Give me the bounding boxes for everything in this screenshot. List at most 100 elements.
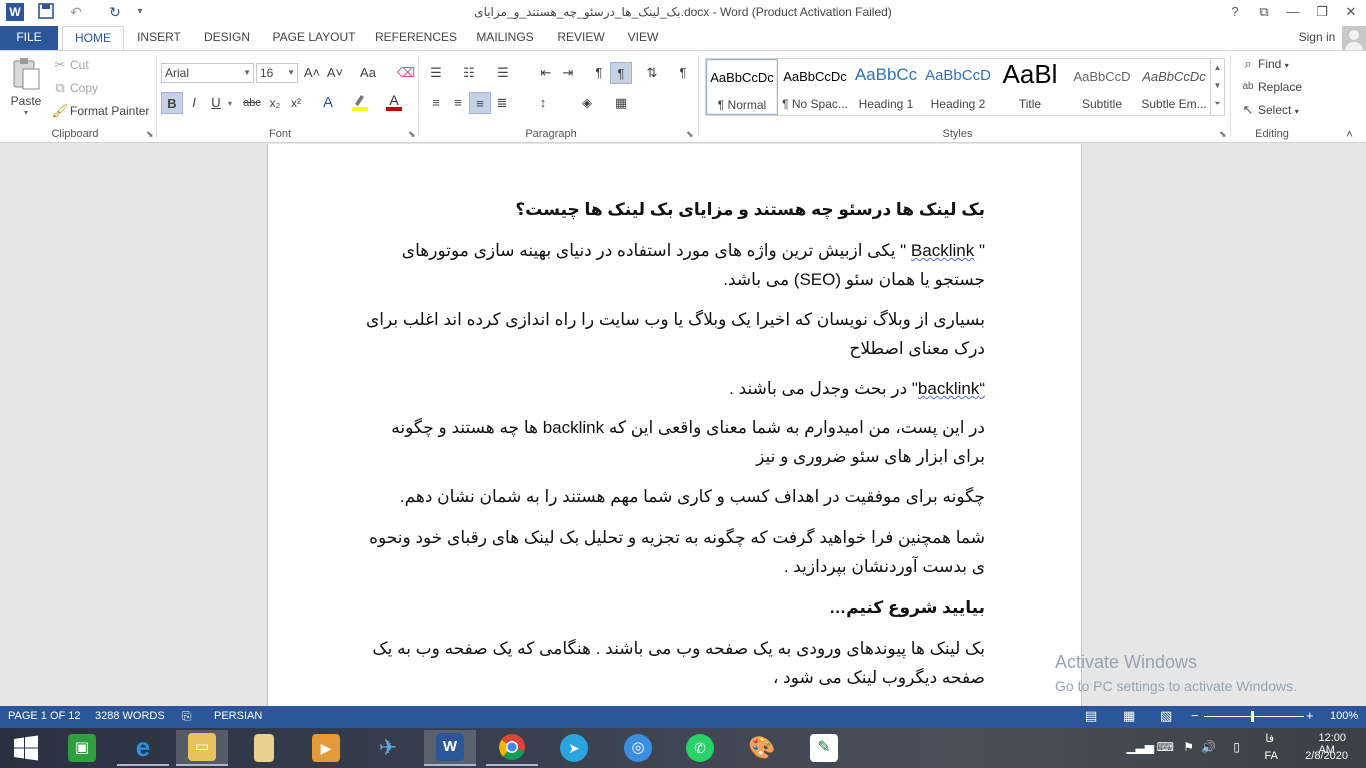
show-formatting-marks-icon[interactable]: ¶: [672, 62, 694, 84]
help-button[interactable]: ?: [1221, 0, 1249, 24]
decrease-indent-icon[interactable]: ⇤: [535, 62, 557, 84]
network-app[interactable]: ◎: [612, 730, 664, 766]
document-page[interactable]: بک لینک ها درسئو چه هستند و مزایای بک لی…: [267, 144, 1082, 706]
zoom-level[interactable]: 100%: [1330, 710, 1358, 722]
style-title[interactable]: AaBl Title: [994, 59, 1066, 115]
store-app[interactable]: ▣: [56, 730, 108, 766]
text-effects-icon[interactable]: A: [317, 92, 339, 114]
telegram-app[interactable]: ➤: [548, 730, 600, 766]
font-name-combo[interactable]: Arial ▼: [161, 63, 254, 83]
tab-page-layout[interactable]: PAGE LAYOUT: [268, 26, 360, 50]
font-size-combo[interactable]: 16 ▼: [256, 63, 298, 83]
dialog-launcher-icon[interactable]: ⬊: [146, 129, 154, 140]
restore-button[interactable]: ❐: [1308, 0, 1336, 24]
clear-formatting-icon[interactable]: ⌫: [395, 62, 417, 84]
tab-home[interactable]: HOME: [62, 26, 124, 50]
close-button[interactable]: ✕: [1337, 0, 1365, 24]
zoom-in-button[interactable]: +: [1306, 708, 1314, 723]
paste-button[interactable]: Paste ▾: [8, 57, 44, 127]
numbering-icon[interactable]: ☷: [458, 62, 480, 84]
borders-icon[interactable]: ▦: [610, 92, 632, 114]
copy-button[interactable]: ⧉ Copy: [50, 78, 98, 98]
flag-icon[interactable]: ⚑: [1183, 740, 1194, 754]
italic-button[interactable]: I: [183, 92, 205, 114]
flight-app[interactable]: ✈: [362, 730, 414, 766]
zoom-slider-thumb[interactable]: [1251, 711, 1254, 722]
signal-icon[interactable]: ▁▃▅: [1126, 740, 1154, 754]
tab-references[interactable]: REFERENCES: [374, 26, 458, 50]
find-button[interactable]: ⌕ Find ▾: [1238, 54, 1288, 74]
style-normal[interactable]: AaBbCcDc ¶ Normal: [706, 59, 778, 115]
tab-insert[interactable]: INSERT: [132, 26, 186, 50]
format-painter-button[interactable]: 🖌 Format Painter: [50, 101, 150, 121]
internet-explorer-app[interactable]: e: [117, 730, 169, 766]
language-indicator[interactable]: PERSIAN: [214, 710, 262, 722]
tab-design[interactable]: DESIGN: [200, 26, 254, 50]
proofing-icon[interactable]: ⎘: [182, 709, 192, 724]
increase-indent-icon[interactable]: ⇥: [557, 62, 579, 84]
shrink-font-button[interactable]: A˅: [324, 62, 346, 84]
input-language-persian[interactable]: فا: [1265, 732, 1274, 745]
align-left-icon[interactable]: ≡: [425, 92, 447, 114]
style-heading-2[interactable]: AaBbCcD Heading 2: [922, 59, 994, 115]
collapse-ribbon-icon[interactable]: ˄: [1346, 127, 1353, 141]
rtl-direction-icon[interactable]: ¶: [610, 62, 632, 84]
tab-mailings[interactable]: MAILINGS: [470, 26, 540, 50]
strikethrough-button[interactable]: abc: [240, 92, 264, 114]
read-mode-icon[interactable]: ▤: [1085, 708, 1097, 724]
change-case-button[interactable]: Aa: [353, 62, 383, 84]
word-count[interactable]: 3288 WORDS: [95, 710, 165, 722]
minimize-button[interactable]: —: [1279, 0, 1307, 24]
web-layout-icon[interactable]: ▧: [1160, 708, 1172, 724]
justify-icon[interactable]: ≣: [491, 92, 513, 114]
input-language-code[interactable]: FA: [1265, 750, 1278, 762]
style-no-spacing[interactable]: AaBbCcDc ¶ No Spac...: [779, 59, 851, 115]
bullets-icon[interactable]: ☰: [425, 62, 447, 84]
word-app[interactable]: W: [424, 730, 476, 766]
zoom-out-button[interactable]: −: [1191, 708, 1199, 723]
superscript-button[interactable]: x²: [285, 92, 307, 114]
battery-icon[interactable]: ▯: [1233, 740, 1240, 754]
dialog-launcher-icon[interactable]: ⬊: [1219, 129, 1227, 140]
cut-button[interactable]: ✂ Cut: [50, 55, 89, 75]
folder-app[interactable]: [238, 730, 290, 766]
media-player-app[interactable]: ▶: [300, 730, 352, 766]
style-subtle-emphasis[interactable]: AaBbCcDc Subtle Em...: [1138, 59, 1210, 115]
chrome-app[interactable]: [486, 730, 538, 766]
shading-icon[interactable]: ◈: [576, 92, 598, 114]
subscript-button[interactable]: x₂: [264, 92, 286, 114]
styles-scrollbar[interactable]: ▲ ▼ ⏷: [1210, 59, 1224, 115]
clock-date[interactable]: 2/8/2020: [1305, 750, 1348, 762]
zoom-slider-track[interactable]: [1204, 716, 1304, 717]
underline-button[interactable]: U: [205, 92, 227, 114]
tab-view[interactable]: VIEW: [622, 26, 664, 50]
avatar[interactable]: [1342, 26, 1366, 50]
dialog-launcher-icon[interactable]: ⬊: [408, 129, 416, 140]
dialog-launcher-icon[interactable]: ⬊: [686, 129, 694, 140]
volume-icon[interactable]: 🔊: [1201, 740, 1216, 754]
highlight-color-button[interactable]: [349, 92, 371, 114]
grow-font-button[interactable]: A˄: [301, 62, 323, 84]
whatsapp-app[interactable]: ✆: [674, 730, 726, 766]
ribbon-display-options-button[interactable]: ⧉: [1250, 0, 1278, 24]
select-button[interactable]: ↖ Select ▾: [1238, 100, 1299, 120]
paint-app[interactable]: 🎨: [736, 730, 788, 766]
page-count[interactable]: PAGE 1 OF 12: [8, 710, 81, 722]
file-explorer-app[interactable]: ▭: [176, 730, 228, 766]
style-heading-1[interactable]: AaBbCc Heading 1: [850, 59, 922, 115]
sign-in-link[interactable]: Sign in: [1292, 26, 1342, 50]
chevron-down-icon[interactable]: ▾: [228, 99, 232, 108]
tab-file[interactable]: FILE: [0, 26, 58, 50]
sketch-app[interactable]: ✎: [798, 730, 850, 766]
multilevel-list-icon[interactable]: ☰: [492, 62, 514, 84]
style-subtitle[interactable]: AaBbCcD Subtitle: [1066, 59, 1138, 115]
start-button[interactable]: [0, 730, 52, 766]
print-layout-icon[interactable]: ▦: [1123, 708, 1135, 724]
tab-review[interactable]: REVIEW: [554, 26, 608, 50]
align-center-icon[interactable]: ≡: [447, 92, 469, 114]
align-right-icon[interactable]: ≡: [469, 92, 491, 114]
sort-icon[interactable]: ⇅: [641, 62, 663, 84]
line-spacing-icon[interactable]: ↕: [532, 92, 554, 114]
font-color-button[interactable]: A: [383, 92, 405, 114]
bold-button[interactable]: B: [161, 92, 183, 114]
